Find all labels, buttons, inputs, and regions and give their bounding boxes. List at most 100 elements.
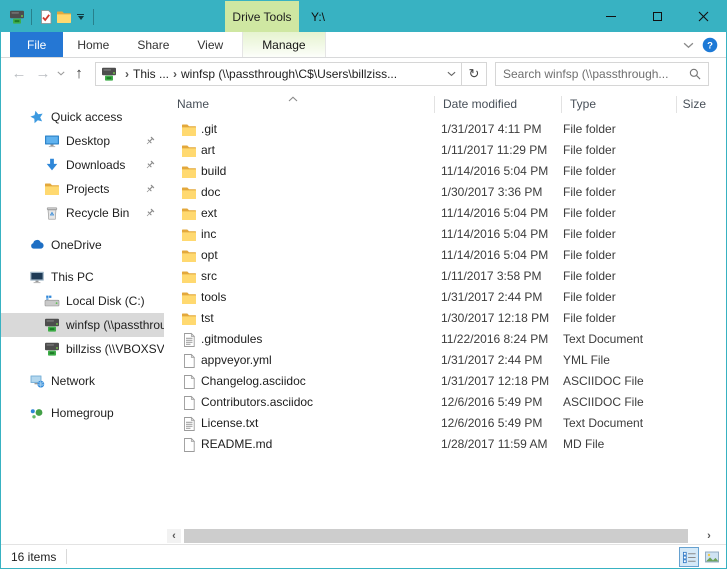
sidebar-item-desktop[interactable]: Desktop bbox=[1, 129, 164, 153]
table-row[interactable]: Changelog.asciidoc1/31/2017 12:18 PMASCI… bbox=[164, 371, 726, 392]
file-name-cell: .git bbox=[201, 122, 426, 136]
column-divider[interactable] bbox=[561, 96, 562, 113]
sidebar-item-billziss-vboxsvr[interactable]: billziss (\\VBOXSVR) bbox=[1, 337, 164, 361]
new-folder-button[interactable] bbox=[55, 9, 73, 25]
horizontal-scrollbar[interactable]: ‹ › bbox=[164, 529, 726, 543]
sidebar-item-recycle-bin[interactable]: Recycle Bin bbox=[1, 201, 164, 225]
table-row[interactable]: Contributors.asciidoc12/6/2016 5:49 PMAS… bbox=[164, 392, 726, 413]
details-view-icon bbox=[682, 550, 697, 565]
table-row[interactable]: .git1/31/2017 4:11 PMFile folder bbox=[164, 119, 726, 140]
type-cell: ASCIIDOC File bbox=[563, 395, 644, 409]
folder-icon bbox=[44, 181, 60, 197]
forward-button[interactable]: → bbox=[31, 62, 55, 86]
table-row[interactable]: tst1/30/2017 12:18 PMFile folder bbox=[164, 308, 726, 329]
sidebar-item-this-pc[interactable]: This PC bbox=[1, 265, 164, 289]
table-row[interactable]: src1/11/2017 3:58 PMFile folder bbox=[164, 266, 726, 287]
sidebar-item-label: OneDrive bbox=[51, 238, 102, 252]
tab-view[interactable]: View bbox=[183, 32, 237, 57]
sidebar-item-label: Recycle Bin bbox=[66, 206, 129, 220]
type-cell: File folder bbox=[563, 269, 616, 283]
type-cell: Text Document bbox=[563, 416, 643, 430]
table-row[interactable]: build11/14/2016 5:04 PMFile folder bbox=[164, 161, 726, 182]
table-row[interactable]: opt11/14/2016 5:04 PMFile folder bbox=[164, 245, 726, 266]
sidebar-item-homegroup[interactable]: Homegroup bbox=[1, 401, 164, 425]
customize-toolbar-dropdown[interactable] bbox=[77, 14, 84, 20]
tab-home[interactable]: Home bbox=[63, 32, 123, 57]
table-row[interactable]: appveyor.yml1/31/2017 2:44 PMYML File bbox=[164, 350, 726, 371]
up-icon: ↑ bbox=[75, 65, 83, 82]
column-header-name[interactable]: Name bbox=[177, 97, 209, 111]
date-modified-cell: 1/30/2017 12:18 PM bbox=[441, 311, 549, 325]
refresh-icon: ↻ bbox=[469, 66, 480, 82]
close-button[interactable] bbox=[680, 1, 726, 32]
date-modified-cell: 11/14/2016 5:04 PM bbox=[441, 227, 548, 241]
sidebar-item-network[interactable]: Network bbox=[1, 369, 164, 393]
file-name-cell: Contributors.asciidoc bbox=[201, 395, 426, 409]
network-drive-icon bbox=[8, 9, 26, 25]
refresh-button[interactable]: ↻ bbox=[462, 63, 486, 85]
sidebar-item-winfsp-passthrou[interactable]: winfsp (\\passthrou bbox=[1, 313, 164, 337]
search-box bbox=[495, 62, 709, 86]
date-modified-cell: 12/6/2016 5:49 PM bbox=[441, 416, 542, 430]
help-icon: ? bbox=[702, 37, 718, 53]
drive-tools-tab-group[interactable]: Drive Tools bbox=[225, 1, 299, 32]
pin-icon bbox=[144, 183, 156, 195]
type-cell: ASCIIDOC File bbox=[563, 374, 644, 388]
sidebar-item-projects[interactable]: Projects bbox=[1, 177, 164, 201]
status-bar: 16 items bbox=[1, 544, 726, 568]
tab-share[interactable]: Share bbox=[123, 32, 183, 57]
table-row[interactable]: ext11/14/2016 5:04 PMFile folder bbox=[164, 203, 726, 224]
up-button[interactable]: ↑ bbox=[67, 62, 91, 86]
folder-icon bbox=[181, 311, 197, 327]
sidebar-item-label: This PC bbox=[51, 270, 94, 284]
sidebar-item-local-disk-c[interactable]: Local Disk (C:) bbox=[1, 289, 164, 313]
table-row[interactable]: README.md1/28/2017 11:59 AMMD File bbox=[164, 434, 726, 455]
help-button[interactable]: ? bbox=[702, 37, 718, 53]
table-row[interactable]: doc1/30/2017 3:36 PMFile folder bbox=[164, 182, 726, 203]
back-button[interactable]: ← bbox=[7, 62, 31, 86]
table-row[interactable]: .gitmodules11/22/2016 8:24 PMText Docume… bbox=[164, 329, 726, 350]
sidebar-item-downloads[interactable]: Downloads bbox=[1, 153, 164, 177]
file-name-cell: tst bbox=[201, 311, 426, 325]
table-row[interactable]: art1/11/2017 11:29 PMFile folder bbox=[164, 140, 726, 161]
sort-ascending-icon bbox=[288, 91, 298, 105]
file-name-cell: appveyor.yml bbox=[201, 353, 426, 367]
quick-access-toolbar bbox=[8, 9, 99, 25]
thumbnails-view-button[interactable] bbox=[702, 547, 722, 567]
search-input[interactable] bbox=[496, 67, 682, 81]
minimize-button[interactable] bbox=[588, 1, 634, 32]
blank-document-icon bbox=[181, 374, 197, 390]
date-modified-cell: 1/30/2017 3:36 PM bbox=[441, 185, 542, 199]
sidebar-item-quick-access[interactable]: Quick access bbox=[1, 105, 164, 129]
breadcrumb-root[interactable]: This ... bbox=[133, 67, 169, 81]
address-dropdown-button[interactable] bbox=[441, 63, 461, 85]
recent-locations-dropdown[interactable] bbox=[55, 71, 67, 76]
column-header-size[interactable]: Size bbox=[676, 97, 706, 111]
table-row[interactable]: inc11/14/2016 5:04 PMFile folder bbox=[164, 224, 726, 245]
tab-file[interactable]: File bbox=[10, 32, 63, 57]
file-name-cell: README.md bbox=[201, 437, 426, 451]
folder-icon bbox=[181, 248, 197, 264]
scrollbar-thumb[interactable] bbox=[184, 529, 688, 543]
details-view-button[interactable] bbox=[679, 547, 699, 567]
breadcrumb-current[interactable]: winfsp (\\passthrough\C$\Users\billziss.… bbox=[181, 67, 397, 81]
address-bar[interactable]: › This ... › winfsp (\\passthrough\C$\Us… bbox=[95, 62, 487, 86]
search-icon[interactable] bbox=[688, 67, 702, 81]
table-row[interactable]: License.txt12/6/2016 5:49 PMText Documen… bbox=[164, 413, 726, 434]
network-drive-icon bbox=[44, 341, 60, 357]
table-row[interactable]: tools1/31/2017 2:44 PMFile folder bbox=[164, 287, 726, 308]
column-divider[interactable] bbox=[434, 96, 435, 113]
sidebar-item-onedrive[interactable]: OneDrive bbox=[1, 233, 164, 257]
type-cell: File folder bbox=[563, 164, 616, 178]
column-header-type[interactable]: Type bbox=[570, 97, 596, 111]
date-modified-cell: 1/11/2017 11:29 PM bbox=[441, 143, 547, 157]
ribbon-tab-row: File Home Share View Manage ? bbox=[1, 32, 726, 58]
scroll-left-icon[interactable]: ‹ bbox=[167, 529, 181, 543]
maximize-button[interactable] bbox=[634, 1, 680, 32]
tab-manage[interactable]: Manage bbox=[242, 32, 325, 57]
text-document-icon bbox=[181, 332, 197, 348]
scroll-right-icon[interactable]: › bbox=[702, 529, 716, 543]
column-header-date-modified[interactable]: Date modified bbox=[443, 97, 517, 111]
properties-button[interactable] bbox=[37, 9, 55, 25]
expand-ribbon-button[interactable] bbox=[683, 42, 694, 49]
